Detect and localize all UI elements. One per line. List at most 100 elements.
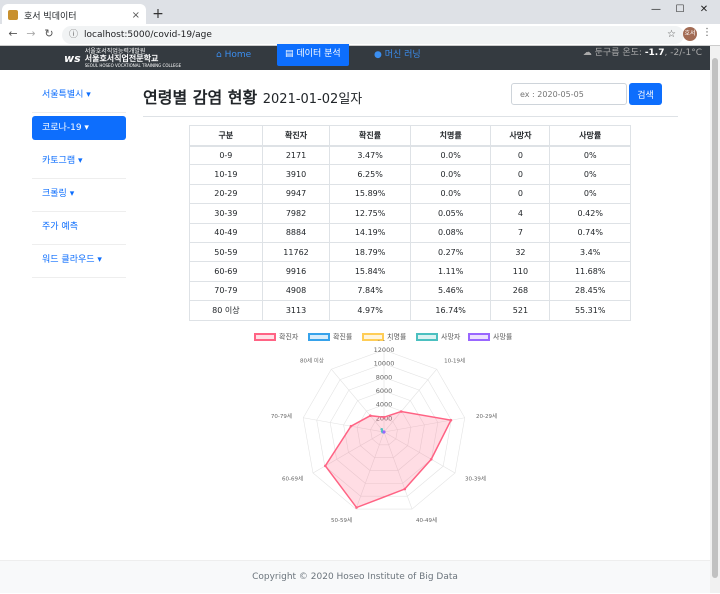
data-point <box>450 419 453 422</box>
data-point <box>380 428 383 431</box>
table-row: 80 이상31134.97%16.74%52155.31% <box>190 301 631 320</box>
logo-names: 서울호서직업능력개발원 서울호서직업전문학교 SEOUL HOSEO VOCAT… <box>85 48 181 69</box>
search-button[interactable]: 검색 <box>629 83 662 105</box>
info-icon[interactable]: ⓘ <box>69 26 78 44</box>
table-cell: 7 <box>491 223 550 242</box>
sidebar-item-word-cloud[interactable]: 워드 클라우드 ▾ <box>32 245 126 278</box>
page-title: 연령별 감염 현황 2021-01-02일자 <box>143 84 362 108</box>
bookmark-star-icon[interactable]: ☆ <box>667 26 676 44</box>
table-cell: 0 <box>491 184 550 203</box>
table-cell: 3910 <box>262 165 330 184</box>
url-text: localhost:5000/covid-19/age <box>84 30 212 40</box>
reload-icon[interactable]: ↻ <box>42 27 56 40</box>
category-label: 10-19세 <box>444 356 465 364</box>
data-point <box>403 488 406 491</box>
weather-value: -1.7 <box>645 48 665 58</box>
table-cell: 28.45% <box>550 281 631 300</box>
table-cell: 12.75% <box>330 204 411 223</box>
copyright-text: Copyright © 2020 Hoseo Institute of Big … <box>252 572 458 582</box>
scrollbar-thumb[interactable] <box>712 58 718 578</box>
table-row: 70-7949087.84%5.46%26828.45% <box>190 281 631 300</box>
address-bar-row: ← → ↻ ⓘ localhost:5000/covid-19/age ☆ 호서… <box>0 24 720 46</box>
radial-tick-label: 8000 <box>376 373 393 381</box>
nav-home-label: Home <box>225 50 252 60</box>
data-point <box>383 416 386 419</box>
sidebar-item-covid19[interactable]: 코로나-19 ▾ <box>32 116 126 140</box>
radial-tick-label: 12000 <box>374 346 395 354</box>
page-title-date: 2021-01-02일자 <box>263 92 362 107</box>
browser-tab[interactable]: 호서 빅데이터 × <box>2 4 146 26</box>
table-cell: 15.84% <box>330 262 411 281</box>
table-cell: 0% <box>550 165 631 184</box>
table-cell: 50-59 <box>190 242 263 261</box>
divider <box>143 116 678 117</box>
tab-close-icon[interactable]: × <box>132 10 140 21</box>
table-body: 0-921713.47%0.0%00%10-1939106.25%0.0%00%… <box>190 146 631 321</box>
info-circle-icon: ● <box>374 50 382 60</box>
table-cell: 0% <box>550 184 631 203</box>
site-logo[interactable]: ws 서울호서직업능력개발원 서울호서직업전문학교 SEOUL HOSEO VO… <box>64 46 181 70</box>
page-title-text: 연령별 감염 현황 <box>143 88 257 107</box>
nav-machine-learning[interactable]: ● 머신 러닝 <box>374 46 421 70</box>
table-row: 50-591176218.79%0.27%323.4% <box>190 242 631 261</box>
table-header-cell: 확진률 <box>330 126 411 146</box>
table-cell: 30-39 <box>190 204 263 223</box>
nav-ml-label: 머신 러닝 <box>385 50 421 60</box>
table-cell: 16.74% <box>410 301 491 320</box>
table-header-cell: 구분 <box>190 126 263 146</box>
sidebar-item-stock-prediction[interactable]: 주가 예측 <box>32 212 126 245</box>
radial-tick-label: 10000 <box>374 360 395 368</box>
maximize-icon[interactable]: ☐ <box>670 4 690 15</box>
table-cell: 7.84% <box>330 281 411 300</box>
category-label: 50-59세 <box>331 516 352 524</box>
weather-label: 둔구름 온도: <box>595 48 642 58</box>
nav-data-analysis[interactable]: ▤ 데이터 분석 <box>277 44 349 66</box>
nav-home[interactable]: ⌂ Home <box>216 46 251 70</box>
data-point <box>355 506 358 509</box>
table-cell: 8884 <box>262 223 330 242</box>
profile-avatar[interactable]: 호서 <box>683 27 697 41</box>
table-cell: 9916 <box>262 262 330 281</box>
data-point <box>369 414 372 417</box>
table-cell: 0-9 <box>190 146 263 165</box>
table-cell: 55.31% <box>550 301 631 320</box>
logo-line2: 서울호서직업전문학교 <box>85 55 181 62</box>
table-cell: 4 <box>491 204 550 223</box>
top-navbar: ws 서울호서직업능력개발원 서울호서직업전문학교 SEOUL HOSEO VO… <box>0 46 710 70</box>
table-cell: 5.46% <box>410 281 491 300</box>
category-label: 30-39세 <box>465 475 486 483</box>
table-cell: 18.79% <box>330 242 411 261</box>
table-row: 60-69991615.84%1.11%11011.68% <box>190 262 631 281</box>
weather-range: , -2/-1°C <box>665 48 703 58</box>
table-cell: 60-69 <box>190 262 263 281</box>
table-row: 10-1939106.25%0.0%00% <box>190 165 631 184</box>
table-cell: 0.0% <box>410 165 491 184</box>
table-cell: 15.89% <box>330 184 411 203</box>
table-cell: 4.97% <box>330 301 411 320</box>
url-field[interactable]: ⓘ localhost:5000/covid-19/age ☆ <box>62 26 684 44</box>
table-cell: 10-19 <box>190 165 263 184</box>
back-icon[interactable]: ← <box>6 27 20 40</box>
table-cell: 0.42% <box>550 204 631 223</box>
browser-menu-icon[interactable]: ⋮ <box>702 27 712 38</box>
sidebar-item-seoul[interactable]: 서울특별시 ▾ <box>32 80 126 113</box>
table-cell: 7982 <box>262 204 330 223</box>
minimize-icon[interactable]: — <box>646 4 666 15</box>
radar-chart: 200040006000800010000120000-9세10-19세20-2… <box>250 340 520 530</box>
new-tab-icon[interactable]: + <box>150 6 166 22</box>
logo-mark: ws <box>64 52 81 65</box>
table-cell: 0.08% <box>410 223 491 242</box>
table-cell: 0 <box>491 165 550 184</box>
window-close-icon[interactable]: ✕ <box>694 4 714 15</box>
sidebar-item-cartogram[interactable]: 카토그램 ▾ <box>32 146 126 179</box>
data-point <box>400 410 403 413</box>
weather-info: ☁ 둔구름 온도: -1.7, -2/-1°C <box>583 46 702 60</box>
table-header-cell: 확진자 <box>262 126 330 146</box>
table-header-cell: 치명률 <box>410 126 491 146</box>
date-search-input[interactable] <box>511 83 627 105</box>
table-row: 30-39798212.75%0.05%40.42% <box>190 204 631 223</box>
sidebar-item-crawling[interactable]: 크롤링 ▾ <box>32 179 126 212</box>
page-scrollbar[interactable] <box>710 46 720 593</box>
forward-icon[interactable]: → <box>24 27 38 40</box>
data-point <box>324 465 327 468</box>
